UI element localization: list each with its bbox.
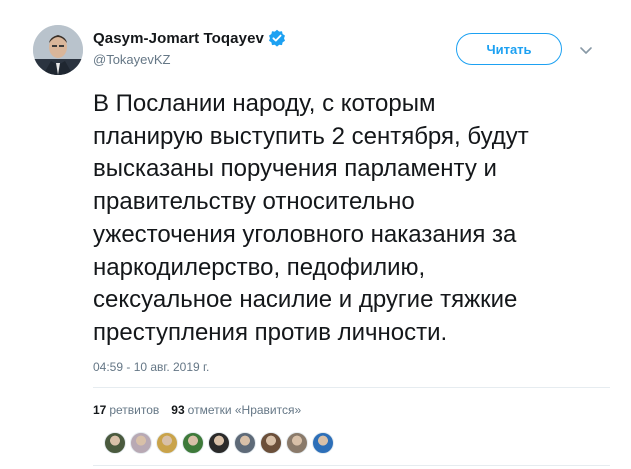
tweet-text-line: сексуальное насилие и другие тяжкие — [93, 286, 518, 314]
liker-avatar[interactable] — [208, 432, 230, 454]
tweet-text: В Послании народу, с которым планирую вы… — [93, 88, 613, 350]
tweet-text-line: планирую выступить 2 сентября, будут — [93, 122, 529, 150]
liker-avatar[interactable] — [104, 432, 126, 454]
liker-avatar[interactable] — [156, 432, 178, 454]
tweet-text-line: преступления против личности. — [93, 318, 448, 346]
liker-avatar[interactable] — [130, 432, 152, 454]
author-name-row: Qasym-Jomart Toqayev — [93, 29, 286, 47]
liker-avatars — [104, 432, 338, 454]
author-handle[interactable]: @TokayevKZ — [93, 52, 171, 67]
liker-avatar[interactable] — [286, 432, 308, 454]
tweet-timestamp[interactable]: 04:59 - 10 авг. 2019 г. — [93, 360, 209, 374]
tweet-text-line: правительству относительно — [93, 188, 415, 216]
author-avatar[interactable] — [33, 25, 83, 75]
liker-avatar[interactable] — [260, 432, 282, 454]
chevron-down-icon[interactable] — [578, 42, 594, 58]
divider — [93, 465, 610, 466]
likes-count: 93 — [171, 403, 185, 417]
tweet-text-line: ужесточения уголовного наказания за — [93, 220, 517, 248]
tweet-card: Qasym-Jomart Toqayev @TokayevKZ Читать В… — [0, 0, 631, 469]
divider — [93, 387, 610, 388]
liker-avatar[interactable] — [182, 432, 204, 454]
verified-badge-icon — [268, 29, 286, 47]
tweet-stats: 17 ретвитов 93 отметки «Нравится» — [93, 403, 313, 417]
liker-avatar[interactable] — [234, 432, 256, 454]
tweet-text-line: высказаны поручения парламенту и — [93, 155, 497, 183]
retweets-stat[interactable]: 17 ретвитов — [93, 403, 159, 417]
avatar-photo — [33, 25, 83, 75]
follow-button[interactable]: Читать — [456, 33, 562, 65]
likes-label: отметки «Нравится» — [187, 403, 302, 417]
author-display-name[interactable]: Qasym-Jomart Toqayev — [93, 30, 264, 47]
retweets-label: ретвитов — [109, 403, 160, 417]
tweet-text-line: В Послании народу, с которым — [93, 90, 436, 117]
tweet-text-line: наркодилерство, педофилию, — [93, 253, 426, 281]
retweets-count: 17 — [93, 403, 107, 417]
likes-stat[interactable]: 93 отметки «Нравится» — [171, 403, 301, 417]
liker-avatar[interactable] — [312, 432, 334, 454]
